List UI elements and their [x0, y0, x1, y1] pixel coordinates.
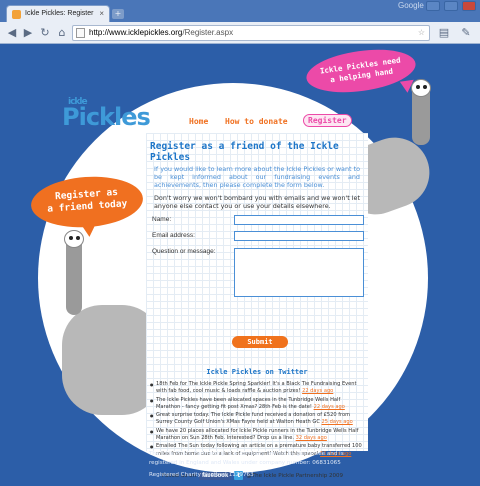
list-item: Great surprise today. The Ickle Pickle f… [150, 412, 364, 427]
reload-icon[interactable]: ↻ [37, 25, 53, 41]
tweet-list: 18th Feb for The Ickle Pickle Spring Spa… [150, 381, 364, 459]
page-menu-icon[interactable]: ▤ [436, 25, 452, 41]
register-card: Register as a friend of the Ickle Pickle… [146, 133, 368, 480]
star-icon[interactable]: ☆ [418, 26, 425, 40]
tab-title: Ickle Pickles: Register [25, 10, 94, 17]
list-item: 18th Feb for The Ickle Pickle Spring Spa… [150, 381, 364, 396]
name-label: Name: [152, 216, 172, 224]
tweet-time-link[interactable]: 22 days ago [314, 404, 345, 410]
page-title: Register as a friend of the Ickle Pickle… [150, 141, 339, 163]
submit-button[interactable]: Submit [232, 336, 288, 348]
tweet-text: We have 20 places allocated for Ickle Pi… [156, 427, 359, 442]
favicon-icon [12, 10, 21, 19]
twitter-title: Ickle Pickles on Twitter [206, 368, 308, 376]
wrench-icon[interactable]: ✎ [458, 25, 474, 41]
new-tab-button[interactable]: + [112, 9, 124, 19]
privacy-note: Don't worry we won't bombard you with em… [154, 193, 360, 210]
logo-big-text: Pickles [62, 103, 151, 131]
tweet-time-link[interactable]: 25 days ago [322, 419, 353, 425]
list-item: The Ickle Pickles have been allocated sp… [150, 397, 364, 412]
back-icon[interactable]: ◀ [4, 25, 20, 41]
nav-home[interactable]: Home [189, 117, 208, 126]
browser-titlebar: Ickle Pickles: Register × + Google [0, 0, 480, 22]
home-icon[interactable]: ⌂ [54, 25, 70, 41]
page-content: ickle Pickles Home How to donate Registe… [0, 45, 480, 486]
question-label: Question or message: [152, 248, 216, 256]
footer-charity: Registered Charity Number: 1129763 [149, 472, 254, 478]
google-brand: Google [398, 1, 424, 10]
tweet-time-link[interactable]: 32 days ago [296, 435, 327, 441]
question-textarea[interactable] [234, 248, 364, 298]
tweet-time-link[interactable]: 22 days ago [302, 388, 333, 394]
page-icon [76, 28, 85, 38]
browser-toolbar: ◀ ▶ ↻ ⌂ http://www.icklepickles.org/Regi… [0, 22, 480, 44]
site-logo[interactable]: ickle Pickles [62, 97, 151, 131]
email-label: Email address: [152, 232, 195, 240]
register-form: Name: Email address: Question or message… [148, 214, 366, 302]
maximize-button[interactable] [444, 1, 458, 11]
minimize-button[interactable] [426, 1, 440, 11]
tab-close-icon[interactable]: × [99, 9, 104, 18]
close-window-button[interactable] [462, 1, 476, 11]
intro-text: If you would like to learn more about th… [154, 165, 360, 190]
footer-company: The Ickle Pickle Partnership is a compan… [149, 451, 344, 466]
address-bar[interactable]: http://www.icklepickles.org/Register.asp… [72, 25, 430, 41]
list-item: We have 20 places allocated for Ickle Pi… [150, 428, 364, 443]
nav-donate[interactable]: How to donate [225, 117, 288, 126]
forward-icon[interactable]: ▶ [20, 25, 36, 41]
browser-tab[interactable]: Ickle Pickles: Register × [6, 5, 110, 22]
helping-hand-bubble: Ickle Pickles need a helping hand [303, 45, 419, 99]
nav-register[interactable]: Register [303, 114, 352, 127]
email-input[interactable] [234, 231, 364, 242]
name-input[interactable] [234, 215, 364, 226]
site-footer: The Ickle Pickle Partnership is a compan… [149, 450, 369, 480]
url-path: /Register.aspx [182, 28, 234, 37]
url-domain: http://www.icklepickles.org [89, 28, 183, 37]
